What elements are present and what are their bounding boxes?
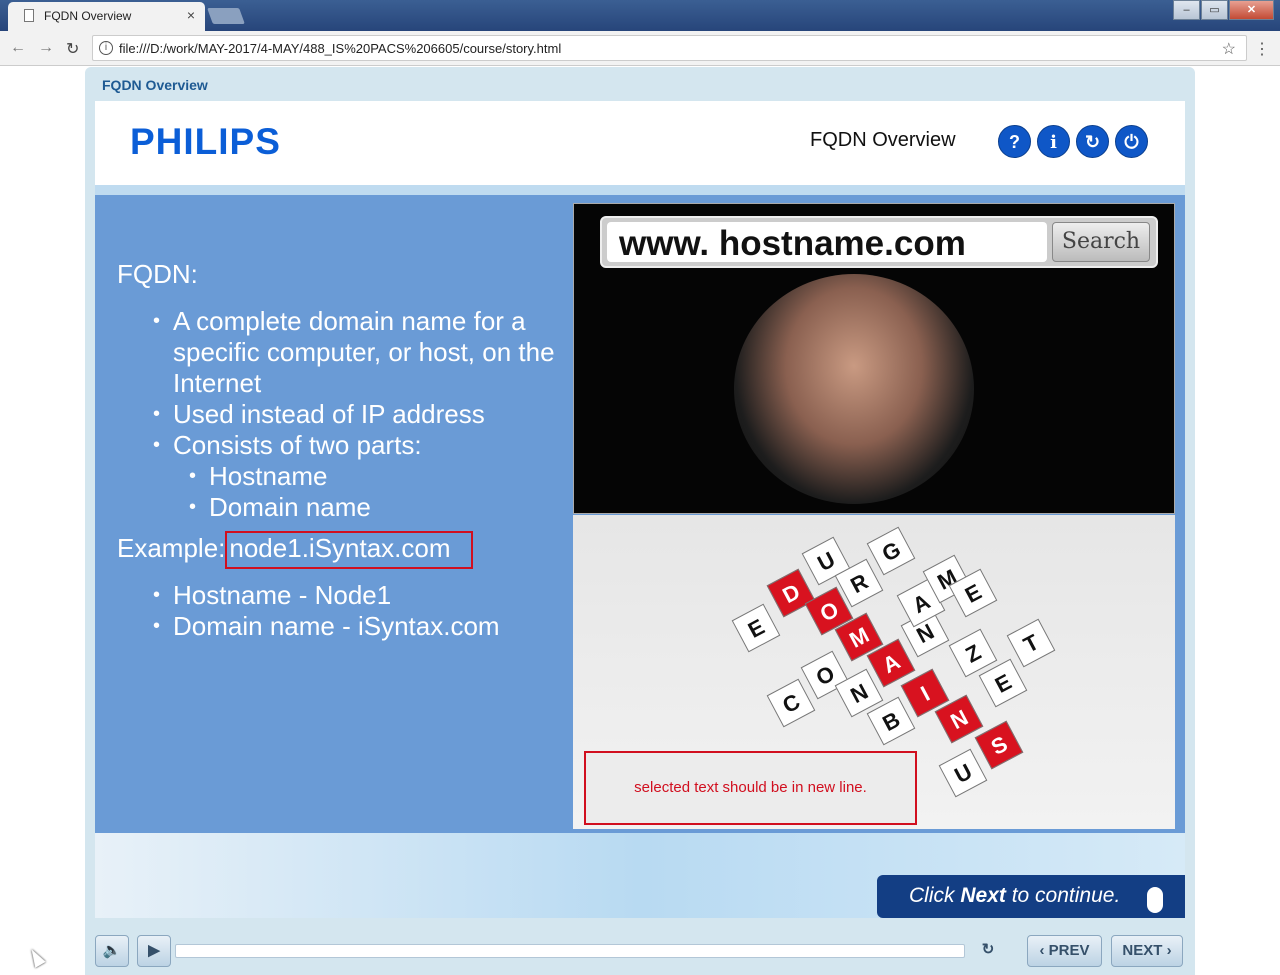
slide-content: FQDN: A complete domain name for a speci… [95, 195, 1185, 833]
fqdn-heading: FQDN: [117, 259, 198, 289]
slide-footer-area: Click Next to continue. [95, 833, 1185, 918]
bookmark-star-icon[interactable]: ☆ [1222, 39, 1236, 59]
url-text: file:///D:/work/MAY-2017/4-MAY/488_IS%20… [119, 41, 562, 56]
close-window-button[interactable]: ✕ [1229, 0, 1274, 20]
maximize-button[interactable]: ▭ [1201, 0, 1228, 20]
definition-list: A complete domain name for a specific co… [153, 306, 567, 461]
philips-logo: PHILIPS [130, 121, 281, 162]
cube-letter: U [938, 748, 988, 798]
browser-menu-icon[interactable]: ⋮ [1254, 39, 1270, 59]
list-item: Domain name [189, 492, 567, 523]
new-tab-button[interactable] [207, 8, 245, 24]
cube-letter: C [766, 678, 816, 728]
continue-hint: Click Next to continue. [877, 875, 1185, 918]
next-button[interactable]: NEXT › [1111, 935, 1183, 967]
tab-close-icon[interactable]: × [187, 7, 195, 23]
forward-icon[interactable]: → [38, 39, 54, 57]
header-divider [95, 185, 1185, 195]
cube-letter: G [866, 526, 916, 576]
list-item: Consists of two parts: [153, 430, 567, 461]
cube-letter: S [974, 720, 1024, 770]
list-item: Domain name - iSyntax.com [153, 611, 567, 642]
play-button[interactable]: ▶ [137, 935, 171, 967]
back-icon[interactable]: ← [10, 39, 26, 57]
browser-tab[interactable]: FQDN Overview × [8, 2, 205, 31]
mouse-icon [1147, 887, 1163, 913]
reload-icon[interactable]: ↻ [66, 39, 79, 59]
browser-toolbar: ← → ↻ i file:///D:/work/MAY-2017/4-MAY/4… [0, 31, 1280, 66]
example-line: Example: node1.iSyntax.com [117, 531, 567, 569]
example-value-highlight: node1.iSyntax.com [225, 531, 473, 569]
slide-text: FQDN: A complete domain name for a speci… [117, 259, 567, 642]
header-title: FQDN Overview [810, 129, 956, 151]
hint-text: Click [909, 884, 961, 907]
info-icon[interactable]: i [1037, 125, 1070, 158]
power-icon[interactable]: ⏻ [1115, 125, 1148, 158]
replay-icon[interactable]: ↻ [1076, 125, 1109, 158]
info-icon[interactable]: i [99, 41, 113, 55]
example-list: Hostname - Node1 Domain name - iSyntax.c… [153, 580, 567, 642]
hint-next-word: Next [960, 884, 1006, 907]
list-item: Hostname [189, 461, 567, 492]
help-icon[interactable]: ? [998, 125, 1031, 158]
seek-bar[interactable] [175, 944, 965, 958]
slide-header: PHILIPS FQDN Overview ? i ↻ ⏻ [95, 101, 1185, 185]
list-item: A complete domain name for a specific co… [153, 306, 567, 399]
parts-list: Hostname Domain name [189, 461, 567, 523]
mouse-cursor-icon [26, 946, 46, 968]
tab-title: FQDN Overview [44, 9, 132, 23]
hint-text: to continue. [1005, 884, 1121, 907]
search-button-graphic: Search [1052, 222, 1150, 262]
review-comment-box: selected text should be in new line. [584, 751, 917, 825]
example-label: Example: [117, 533, 226, 563]
window-controls: – ▭ ✕ [1172, 0, 1274, 20]
course-player: FQDN Overview PHILIPS FQDN Overview ? i … [85, 67, 1195, 975]
search-field-text: www. hostname.com [607, 222, 1047, 263]
cube-letter: E [731, 603, 781, 653]
search-box-graphic: www. hostname.com Search [600, 216, 1158, 268]
document-icon [24, 9, 34, 22]
cube-letter: T [1006, 618, 1056, 668]
pointing-hand-graphic [734, 274, 974, 504]
hostname-search-image: www. hostname.com Search [573, 203, 1175, 514]
browser-tab-strip: FQDN Overview × – ▭ ✕ [0, 0, 1280, 31]
list-item: Used instead of IP address [153, 399, 567, 430]
minimize-button[interactable]: – [1173, 0, 1200, 20]
playback-controls: 🔈 ▶ ↻ ‹ PREV NEXT › [95, 935, 1185, 975]
replay-slide-icon[interactable]: ↻ [973, 935, 1003, 967]
volume-button[interactable]: 🔈 [95, 935, 129, 967]
address-bar[interactable]: i file:///D:/work/MAY-2017/4-MAY/488_IS%… [92, 35, 1247, 61]
player-title: FQDN Overview [102, 77, 208, 93]
prev-button[interactable]: ‹ PREV [1027, 935, 1102, 967]
list-item: Hostname - Node1 [153, 580, 567, 611]
